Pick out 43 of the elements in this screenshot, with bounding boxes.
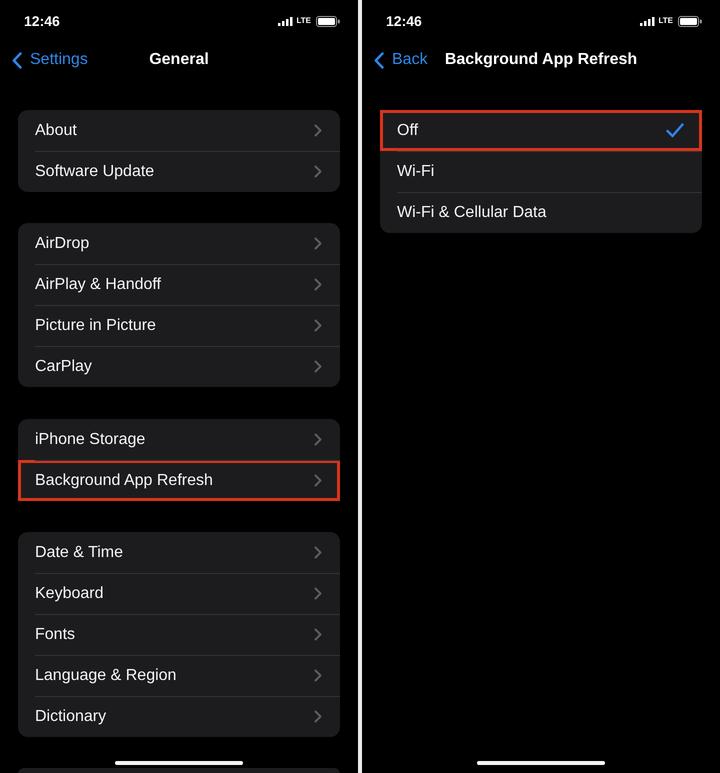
chevron-left-icon [12,52,22,68]
chevron-right-icon [314,124,322,137]
signal-bars-icon [640,16,656,26]
screen-title: General [149,50,209,70]
back-button[interactable]: Settings [0,50,88,70]
chevron-right-icon [314,587,322,600]
settings-row[interactable]: Picture in Picture [18,305,340,346]
network-type-label: LTE [658,16,673,26]
option-row[interactable]: Wi-Fi [380,151,702,192]
settings-row[interactable]: Language & Region [18,655,340,696]
chevron-right-icon [314,474,322,487]
chevron-right-icon [314,319,322,332]
back-button[interactable]: Back [362,50,428,70]
screen-title: Background App Refresh [444,50,638,70]
chevron-right-icon [314,710,322,723]
chevron-right-icon [314,628,322,641]
battery-icon [316,16,340,26]
chevron-right-icon [314,433,322,446]
signal-bars-icon [278,16,294,26]
settings-row[interactable]: Dictionary [18,696,340,737]
settings-row[interactable]: About [18,110,340,151]
settings-row[interactable]: AirPlay & Handoff [18,264,340,305]
network-type-label: LTE [296,16,311,26]
battery-icon [678,16,702,26]
settings-row[interactable]: Software Update [18,151,340,192]
status-time: 12:46 [24,13,60,29]
settings-row[interactable]: AirDrop [18,223,340,264]
settings-row[interactable]: Background App Refresh [18,460,340,501]
option-row[interactable]: Wi-Fi & Cellular Data [380,192,702,233]
settings-row[interactable]: CarPlay [18,346,340,387]
chevron-right-icon [314,669,322,682]
settings-row[interactable]: iPhone Storage [18,419,340,460]
settings-row[interactable]: Fonts [18,614,340,655]
status-time: 12:46 [386,13,422,29]
settings-row[interactable]: Keyboard [18,573,340,614]
chevron-right-icon [314,237,322,250]
settings-row[interactable]: Date & Time [18,532,340,573]
chevron-right-icon [314,278,322,291]
chevron-left-icon [374,52,384,68]
chevron-right-icon [314,546,322,559]
option-row[interactable]: Off [380,110,702,151]
chevron-right-icon [314,165,322,178]
chevron-right-icon [314,360,322,373]
